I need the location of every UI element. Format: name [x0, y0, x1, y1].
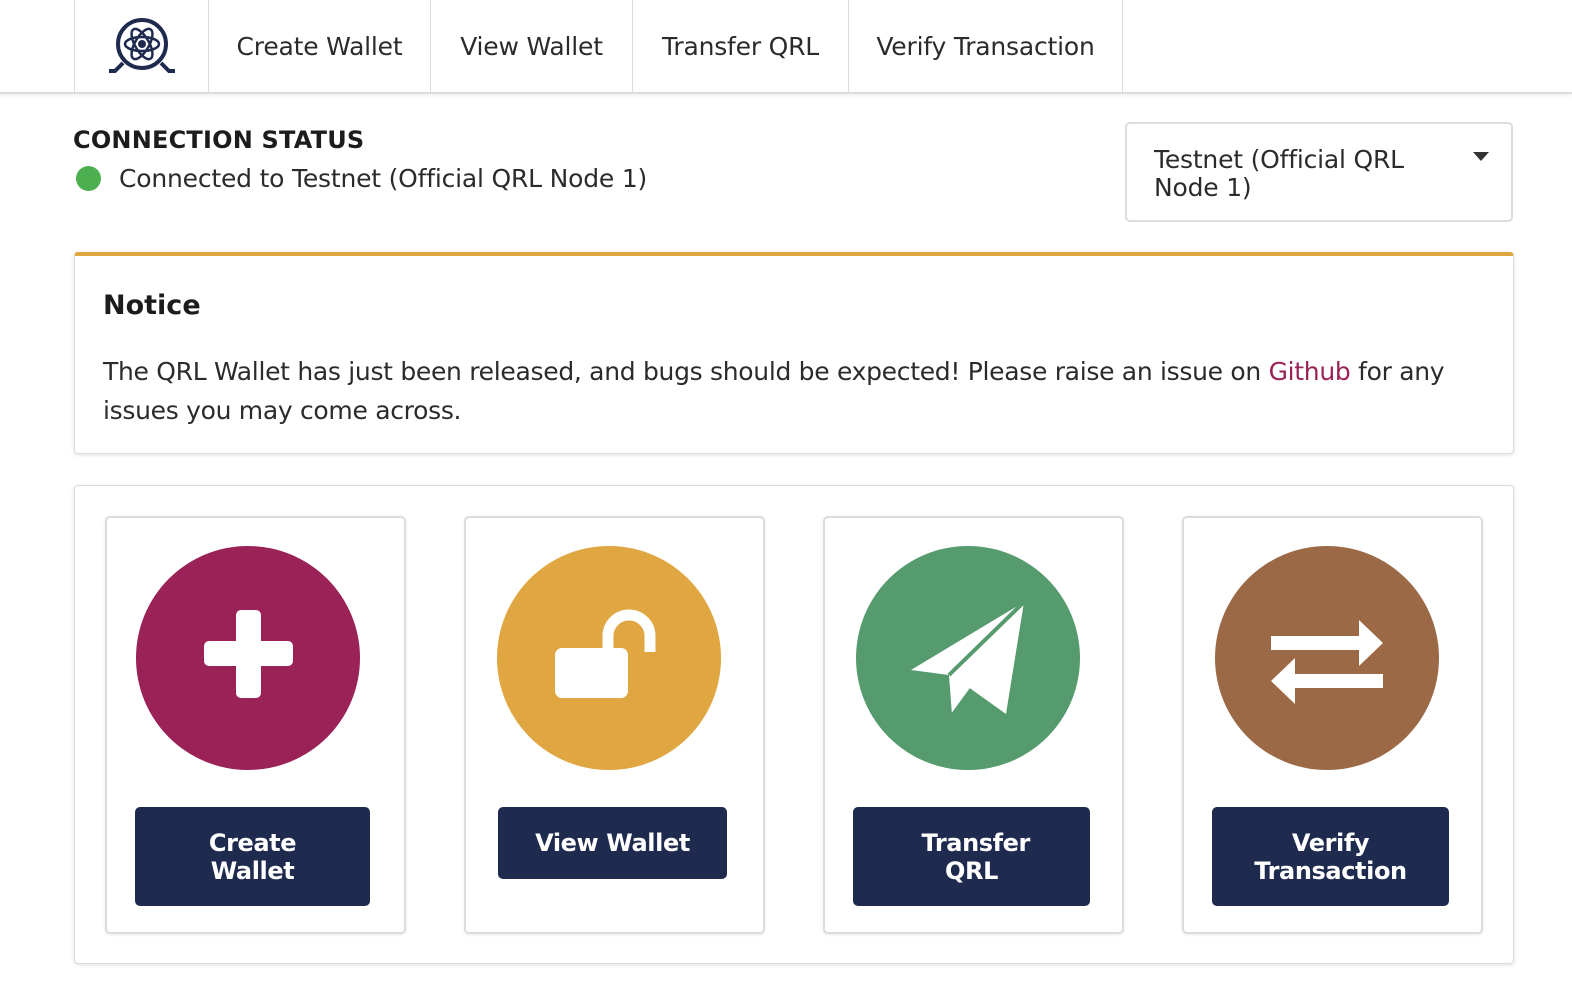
action-card-create-wallet: Create Wallet	[105, 516, 406, 934]
notice-text-before: The QRL Wallet has just been released, a…	[103, 357, 1269, 386]
verify-transaction-button-label: Verify Transaction	[1254, 828, 1407, 885]
create-wallet-button[interactable]: Create Wallet	[135, 807, 370, 906]
caret-down-icon	[1473, 152, 1489, 161]
action-card-view-wallet: View Wallet	[464, 516, 765, 934]
connection-status-text: Connected to Testnet (Official QRL Node …	[119, 164, 648, 193]
plus-icon	[204, 610, 293, 698]
action-card-verify-transaction: Verify Transaction	[1182, 516, 1483, 934]
nav-verify-transaction[interactable]: Verify Transaction	[849, 0, 1123, 92]
exchange-arrows-icon	[1271, 620, 1383, 704]
notice-body: The QRL Wallet has just been released, a…	[103, 352, 1473, 430]
network-select-value: Testnet (Official QRL Node 1)	[1154, 145, 1404, 202]
nav-transfer-qrl[interactable]: Transfer QRL	[633, 0, 849, 92]
status-indicator-icon	[76, 166, 101, 191]
transfer-qrl-button-label: Transfer QRL	[921, 828, 1031, 885]
nav-create-wallet[interactable]: Create Wallet	[209, 0, 431, 92]
notice-panel: Notice The QRL Wallet has just been rele…	[74, 252, 1514, 454]
view-wallet-circle[interactable]	[497, 546, 721, 770]
action-card-transfer-qrl: Transfer QRL	[823, 516, 1124, 934]
nav-view-wallet[interactable]: View Wallet	[431, 0, 633, 92]
top-navigation-bar: Create Wallet View Wallet Transfer QRL V…	[0, 0, 1572, 94]
create-wallet-button-label: Create Wallet	[208, 828, 297, 885]
view-wallet-button-label: View Wallet	[535, 829, 690, 857]
connection-status-title: CONNECTION STATUS	[73, 126, 365, 154]
qrl-atom-logo-icon	[108, 18, 175, 73]
github-link[interactable]: Github	[1269, 357, 1351, 386]
main-nav: Create Wallet View Wallet Transfer QRL V…	[74, 0, 1123, 92]
verify-transaction-circle[interactable]	[1215, 546, 1439, 770]
transfer-qrl-button[interactable]: Transfer QRL	[853, 807, 1090, 906]
transfer-qrl-circle[interactable]	[856, 546, 1080, 770]
verify-transaction-button[interactable]: Verify Transaction	[1212, 807, 1449, 906]
logo-link[interactable]	[75, 0, 209, 92]
notice-title: Notice	[103, 290, 201, 321]
network-select-dropdown[interactable]: Testnet (Official QRL Node 1)	[1125, 122, 1513, 222]
paper-plane-icon	[911, 600, 1026, 716]
actions-panel: Create Wallet View Wallet Transfer QRL V…	[74, 485, 1514, 964]
unlock-icon	[555, 609, 656, 698]
create-wallet-circle[interactable]	[136, 546, 360, 770]
connection-status-row: Connected to Testnet (Official QRL Node …	[76, 164, 647, 193]
view-wallet-button[interactable]: View Wallet	[498, 807, 727, 879]
